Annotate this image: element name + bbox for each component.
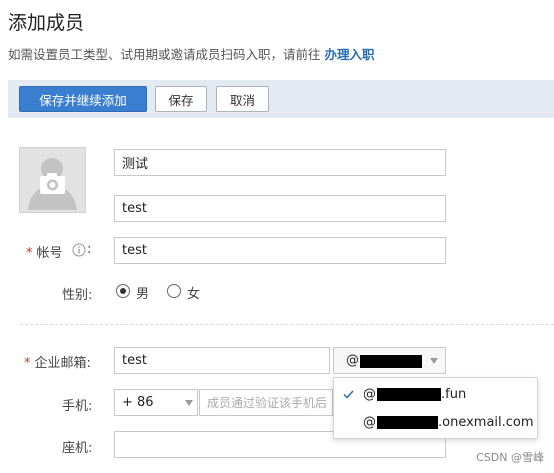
email-domain-dropdown: @ .fun @ .onexmail.com xyxy=(333,377,538,439)
subtitle-text: 如需设置员工类型、试用期或邀请成员扫码入职，请前往 xyxy=(8,47,321,62)
page-subtitle: 如需设置员工类型、试用期或邀请成员扫码入职，请前往 办理入职 xyxy=(8,44,375,63)
email-domain-select[interactable]: @ xyxy=(333,347,446,374)
option-at: @ xyxy=(363,415,376,430)
onboarding-link[interactable]: 办理入职 xyxy=(325,47,375,62)
landline-label: 座机: xyxy=(62,441,93,456)
english-name-input[interactable]: test xyxy=(114,195,446,222)
account-label: 帐号 xyxy=(36,246,63,261)
gender-female-radio[interactable] xyxy=(167,284,181,298)
name-input[interactable]: 测试 xyxy=(114,149,446,176)
page-title: 添加成员 xyxy=(8,12,85,34)
redacted-domain xyxy=(377,388,441,401)
chevron-down-icon xyxy=(430,358,438,364)
account-input[interactable]: test xyxy=(114,237,446,264)
email-label: 企业邮箱: xyxy=(34,356,91,371)
email-input[interactable]: test xyxy=(114,347,330,374)
country-code-value: + 86 xyxy=(122,395,154,410)
domain-option[interactable]: @ .onexmail.com xyxy=(334,409,537,437)
phone-label: 手机: xyxy=(62,399,93,414)
cancel-button[interactable]: 取消 xyxy=(216,86,269,112)
gender-male-label: 男 xyxy=(136,287,150,302)
camera-avatar-icon xyxy=(28,158,77,210)
gender-male-radio[interactable] xyxy=(116,284,130,298)
chevron-down-icon xyxy=(185,400,193,406)
domain-at: @ xyxy=(346,353,359,368)
account-label-row: * 帐号 xyxy=(26,242,63,261)
country-code-select[interactable]: + 86 xyxy=(114,389,198,416)
option-suffix: .fun xyxy=(441,387,467,402)
redacted-domain xyxy=(377,416,438,429)
gender-label: 性别: xyxy=(62,288,93,303)
info-icon[interactable] xyxy=(72,243,86,257)
save-and-continue-button[interactable]: 保存并继续添加 xyxy=(19,86,147,112)
option-at: @ xyxy=(363,387,376,402)
section-divider xyxy=(20,324,554,325)
gender-female-label: 女 xyxy=(187,287,201,302)
required-asterisk: * xyxy=(26,246,33,261)
redacted-domain xyxy=(360,355,422,368)
action-toolbar: 保存并继续添加 保存 取消 xyxy=(8,80,554,118)
save-button[interactable]: 保存 xyxy=(155,86,207,112)
required-asterisk: * xyxy=(24,356,31,371)
account-colon: : xyxy=(87,242,92,257)
option-suffix: .onexmail.com xyxy=(438,415,534,430)
phone-input[interactable]: 成员通过验证该手机后 xyxy=(199,389,333,416)
email-label-row: * 企业邮箱: xyxy=(24,352,91,371)
checkmark-icon xyxy=(343,390,354,399)
watermark: CSDN @雪峰 xyxy=(476,451,544,464)
domain-option[interactable]: @ .fun xyxy=(334,381,537,409)
avatar-upload[interactable] xyxy=(19,147,86,213)
